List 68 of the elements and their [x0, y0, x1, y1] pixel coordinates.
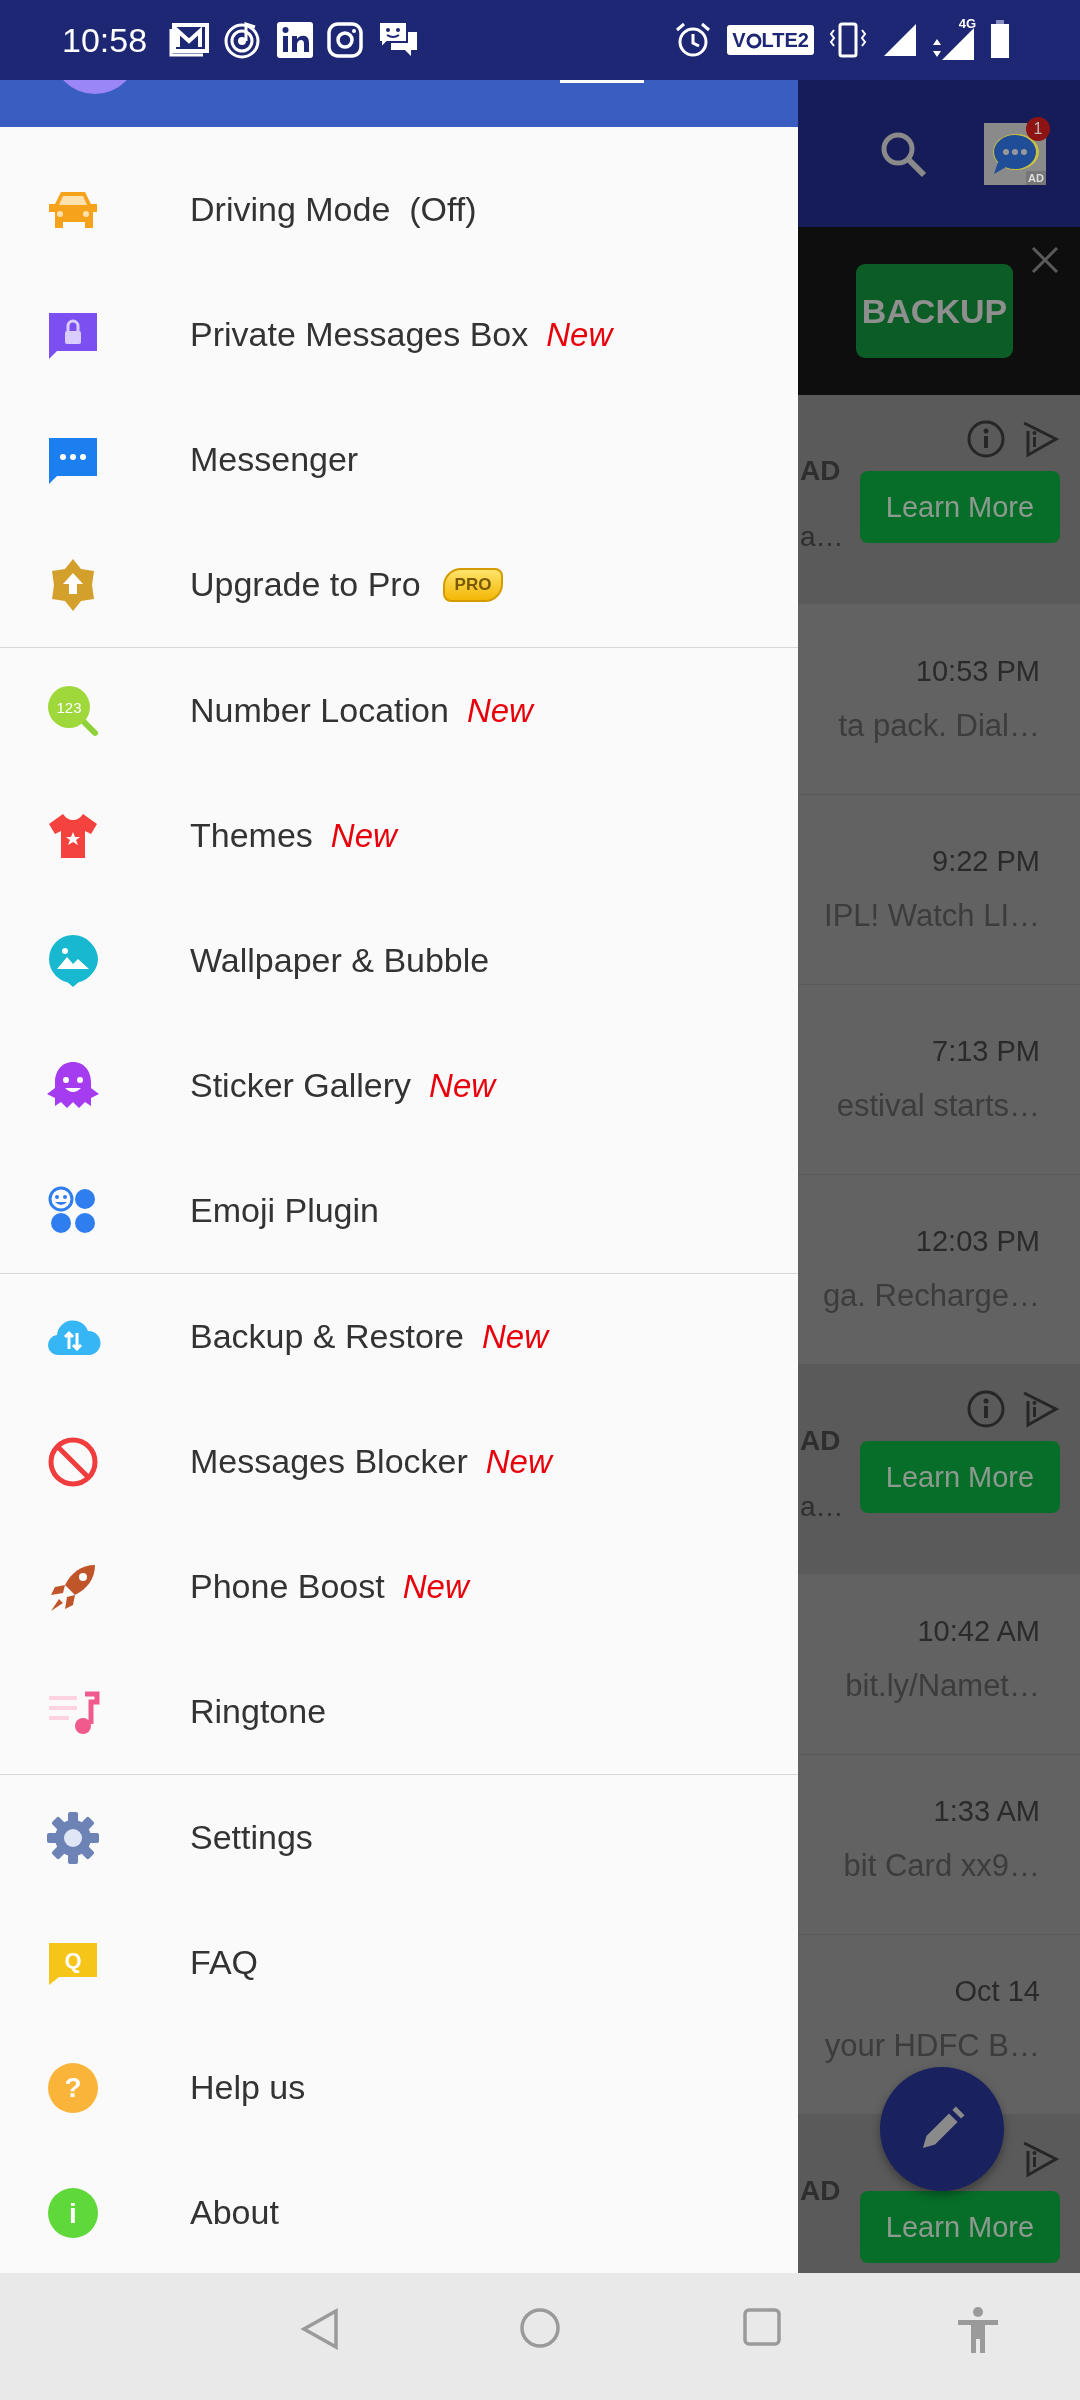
close-icon[interactable] [1030, 245, 1060, 275]
drawer-item-label: Wallpaper & Bubble [190, 941, 490, 980]
new-label: New [402, 1567, 469, 1606]
new-label: New [330, 816, 397, 855]
pro-badge: PRO [442, 567, 504, 602]
drawer-item-label: Sticker Gallery [190, 1066, 412, 1105]
drawer-item[interactable]: Upgrade to Pro PRO [0, 522, 798, 647]
new-label: New [482, 1317, 549, 1356]
status-time: 10:58 [62, 20, 148, 60]
drawer-item-label: Messages Blocker [190, 1442, 468, 1481]
message-time: 10:42 AM [917, 1615, 1040, 1648]
drawer-item-label: About [190, 2193, 279, 2232]
network-type: 4G [958, 16, 976, 31]
message-time: 10:53 PM [915, 655, 1040, 688]
drawer-item[interactable]: Messenger [0, 397, 798, 522]
drawer-item-label: FAQ [190, 1943, 259, 1982]
drawer-item-label: Number Location [190, 691, 449, 730]
mail-icon [169, 23, 210, 57]
vibrate-icon [828, 20, 868, 60]
drawer-item-label: Ringtone [190, 1692, 327, 1731]
info-icon [966, 419, 1006, 459]
new-label: New [466, 691, 533, 730]
drawer-item[interactable]: i About [0, 2150, 798, 2273]
signal-icon [882, 22, 918, 58]
home-button[interactable] [519, 2306, 561, 2349]
drawer-item-label: Upgrade to Pro [190, 565, 421, 604]
message-time: 9:22 PM [932, 845, 1040, 878]
drawer-item[interactable]: Private Messages Box New [0, 272, 798, 397]
ad-label: AD [1026, 170, 1046, 185]
accessibility-button[interactable] [956, 2306, 1000, 2355]
settings-icon [45, 1809, 101, 1866]
drawer-item[interactable]: Emoji Plugin [0, 1148, 798, 1273]
drawer-item-label: Phone Boost [190, 1567, 385, 1606]
drawer-item[interactable]: ? Help us [0, 2025, 798, 2150]
notification-badge: 1 [1026, 116, 1050, 141]
message-time: Oct 14 [954, 1975, 1040, 2008]
drawer-item-label: Messenger [190, 440, 359, 479]
new-label: New [429, 1066, 496, 1105]
network-app-icon [277, 22, 314, 58]
drawer-item[interactable]: Messages Blocker New [0, 1399, 798, 1524]
drawer-item[interactable]: Settings [0, 1775, 798, 1900]
drawer-item-label: Settings [190, 1818, 313, 1857]
volte-badge: V LTE2 [727, 25, 814, 55]
drawer-item[interactable]: Sticker Gallery New [0, 1023, 798, 1148]
drawer-item[interactable]: Backup & Restore New [0, 1274, 798, 1399]
drawer-item-label: Emoji Plugin [190, 1191, 379, 1230]
info-icon [966, 1389, 1006, 1429]
back-button[interactable] [300, 2306, 340, 2351]
drawer-item-label: Private Messages Box [190, 315, 529, 354]
drawer-item[interactable]: Driving Mode (Off) [0, 147, 798, 272]
camera-app-icon [327, 22, 364, 58]
new-label: New [485, 1442, 552, 1481]
drawer-item[interactable]: Q FAQ [0, 1900, 798, 2025]
drawer-item-label: Backup & Restore [190, 1317, 465, 1356]
message-time: 1:33 AM [933, 1795, 1040, 1828]
drawer-item[interactable]: Wallpaper & Bubble [0, 898, 798, 1023]
drawer-item[interactable]: Themes New [0, 773, 798, 898]
new-label: New [546, 315, 613, 354]
drawer-item[interactable]: 123 Number Location New [0, 648, 798, 773]
drawer-item-label: Themes [190, 816, 313, 855]
drawer-item[interactable]: Phone Boost New [0, 1524, 798, 1649]
message-time: 12:03 PM [915, 1225, 1040, 1258]
message-time: 7:13 PM [932, 1035, 1040, 1068]
drawer-item-label: Help us [190, 2068, 306, 2107]
recents-button[interactable] [742, 2306, 782, 2347]
drawer-item[interactable]: Ringtone [0, 1649, 798, 1774]
drawer-item-label: Driving Mode (Off) [190, 190, 477, 229]
battery-icon [990, 20, 1010, 60]
